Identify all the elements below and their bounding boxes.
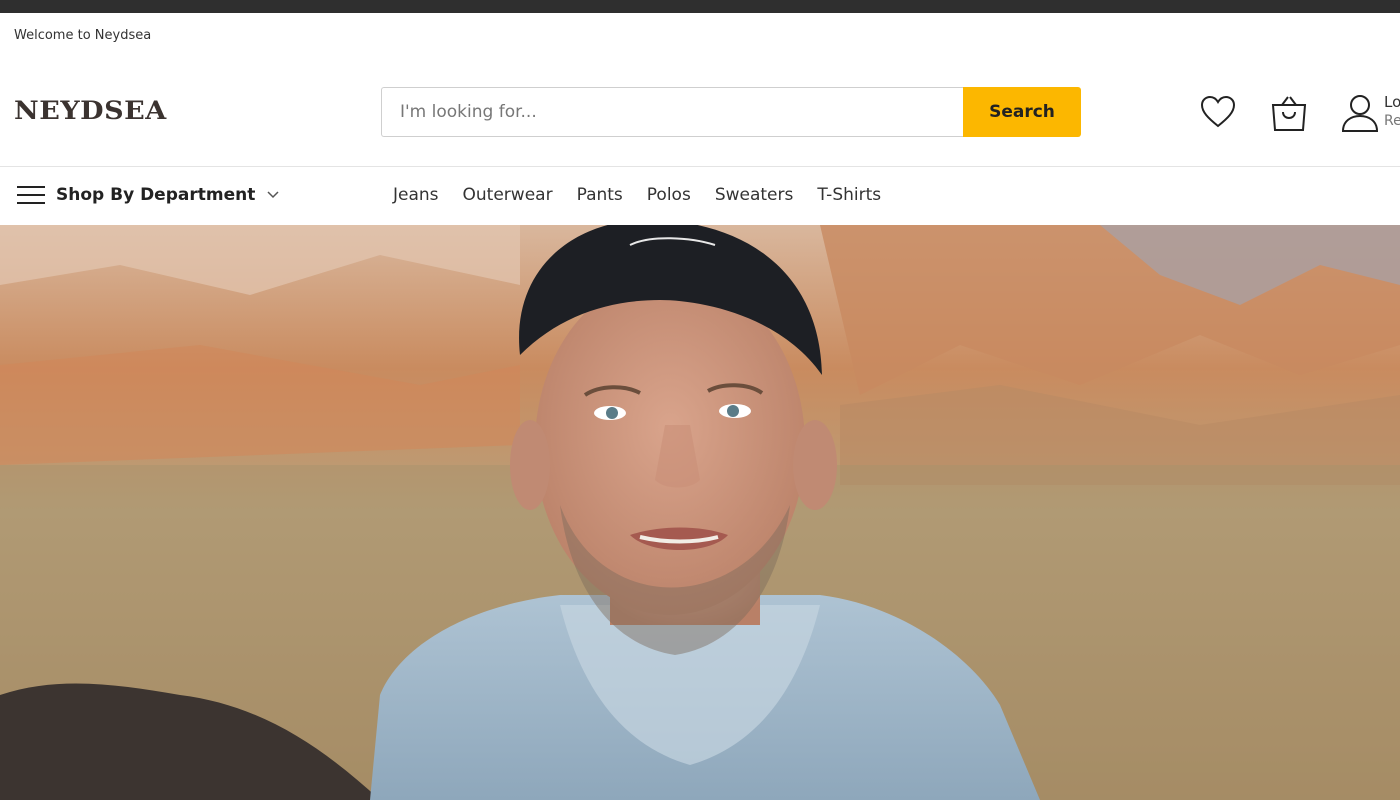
shopping-bag-icon [1271,96,1307,131]
search-button[interactable]: Search [963,87,1081,137]
search-bar: Search [381,87,1081,137]
hero-image [0,225,1400,800]
search-input[interactable] [381,87,963,137]
login-label: Lo [1384,93,1400,111]
chevron-down-icon [267,191,279,199]
department-label: Shop By Department [56,185,256,205]
account-button[interactable] [1339,92,1381,134]
nav-item-outerwear[interactable]: Outerwear [463,185,553,205]
welcome-text: Welcome to Neydsea [14,28,152,43]
category-menu: Jeans Outerwear Pants Polos Sweaters T-S… [393,185,905,205]
account-text[interactable]: Lo Re [1384,93,1400,131]
heart-icon [1200,95,1236,128]
main-nav: Shop By Department Jeans Outerwear Pants… [0,166,1400,225]
nav-item-pants[interactable]: Pants [577,185,623,205]
hero-banner[interactable] [0,225,1400,800]
wishlist-button[interactable] [1198,92,1238,132]
nav-item-t-shirts[interactable]: T-Shirts [817,185,881,205]
shop-by-department-button[interactable]: Shop By Department [16,184,279,206]
top-bar [0,0,1400,13]
nav-item-polos[interactable]: Polos [647,185,691,205]
nav-item-jeans[interactable]: Jeans [393,185,439,205]
hamburger-menu-icon [17,186,45,204]
nav-item-sweaters[interactable]: Sweaters [715,185,794,205]
site-logo[interactable]: NEYDSEA [14,96,167,125]
register-label: Re [1384,113,1400,129]
user-icon [1341,95,1379,132]
cart-button[interactable] [1268,92,1310,134]
